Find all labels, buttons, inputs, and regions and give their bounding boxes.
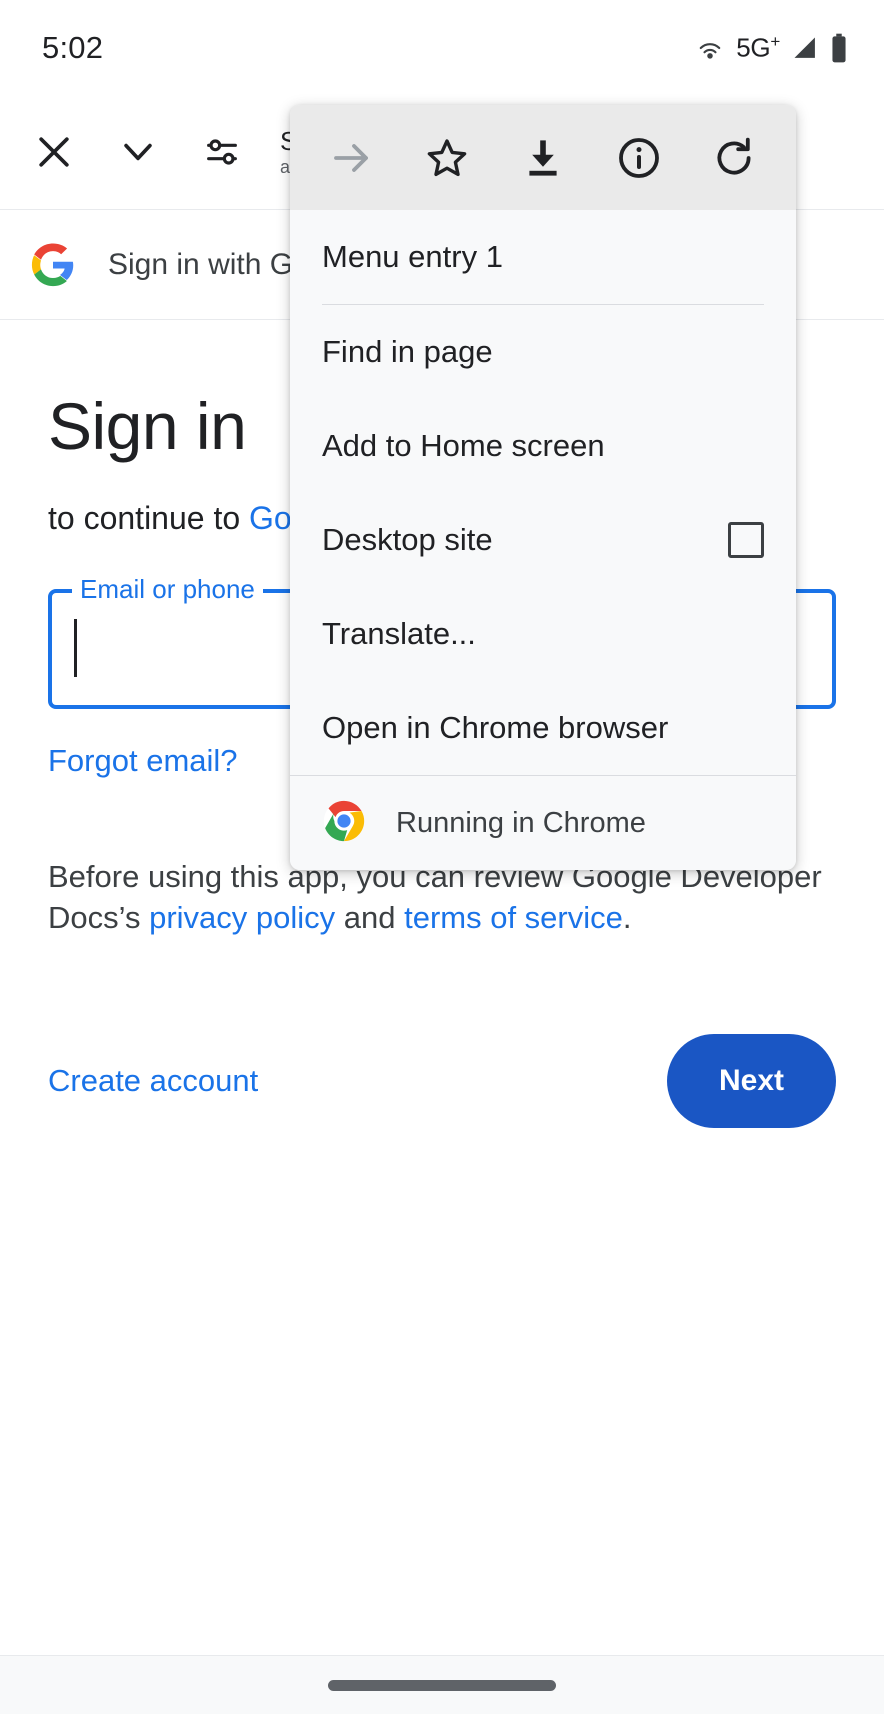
next-button[interactable]: Next: [666, 1033, 836, 1128]
network-type-label: 5G+: [736, 31, 780, 63]
phone-screen: 5:02 5G+ S a Sign in with Goo Sign in to…: [0, 0, 884, 1714]
forward-arrow-icon[interactable]: [317, 123, 387, 193]
terms-of-service-link[interactable]: terms of service: [404, 900, 623, 935]
menu-item-label: Translate...: [322, 616, 476, 651]
menu-item-find-in-page[interactable]: Find in page: [290, 305, 796, 399]
menu-item-label: Add to Home screen: [322, 428, 605, 463]
menu-item-label: Open in Chrome browser: [322, 710, 669, 745]
privacy-policy-link[interactable]: privacy policy: [149, 900, 335, 935]
menu-item-menu-entry-1[interactable]: Menu entry 1: [290, 210, 796, 304]
signin-app-link[interactable]: Go: [249, 500, 292, 536]
home-gesture-pill[interactable]: [328, 1679, 556, 1691]
battery-icon: [830, 33, 848, 63]
legal-suffix: .: [622, 899, 632, 935]
status-clock: 5:02: [42, 29, 104, 65]
menu-item-label: Desktop site: [322, 522, 493, 557]
signin-footer-actions: Create account Next: [48, 1033, 836, 1129]
menu-item-open-in-chrome-browser[interactable]: Open in Chrome browser: [290, 681, 796, 775]
info-icon[interactable]: [604, 123, 674, 193]
chevron-down-icon[interactable]: [96, 110, 180, 194]
signin-subtitle-prefix: to continue to: [48, 500, 250, 536]
reload-icon[interactable]: [699, 123, 769, 193]
close-icon[interactable]: [12, 110, 96, 194]
menu-item-label: Menu entry 1: [322, 239, 503, 274]
legal-middle: and: [335, 899, 405, 935]
menu-item-translate[interactable]: Translate...: [290, 587, 796, 681]
menu-footer-running-in-chrome: Running in Chrome: [290, 776, 796, 870]
menu-item-add-to-home-screen[interactable]: Add to Home screen: [290, 399, 796, 493]
menu-icon-row: [290, 105, 796, 210]
system-navigation-bar: [0, 1655, 884, 1714]
signal-icon: [791, 34, 819, 62]
menu-footer-label: Running in Chrome: [396, 806, 646, 839]
menu-item-label: Find in page: [322, 334, 493, 369]
google-g-logo-icon: [30, 242, 76, 288]
tune-icon[interactable]: [180, 110, 264, 194]
cast-icon: [695, 33, 725, 63]
forgot-email-link[interactable]: Forgot email?: [48, 743, 238, 779]
menu-item-desktop-site[interactable]: Desktop site: [290, 493, 796, 587]
chrome-logo-icon: [322, 799, 366, 848]
create-account-link[interactable]: Create account: [48, 1063, 258, 1099]
overflow-menu: Menu entry 1 Find in page Add to Home sc…: [290, 105, 796, 870]
desktop-site-checkbox[interactable]: [728, 522, 764, 558]
status-bar: 5:02 5G+: [0, 0, 884, 95]
status-icon-group: 5G+: [695, 32, 848, 64]
star-icon[interactable]: [412, 123, 482, 193]
download-icon[interactable]: [508, 123, 578, 193]
